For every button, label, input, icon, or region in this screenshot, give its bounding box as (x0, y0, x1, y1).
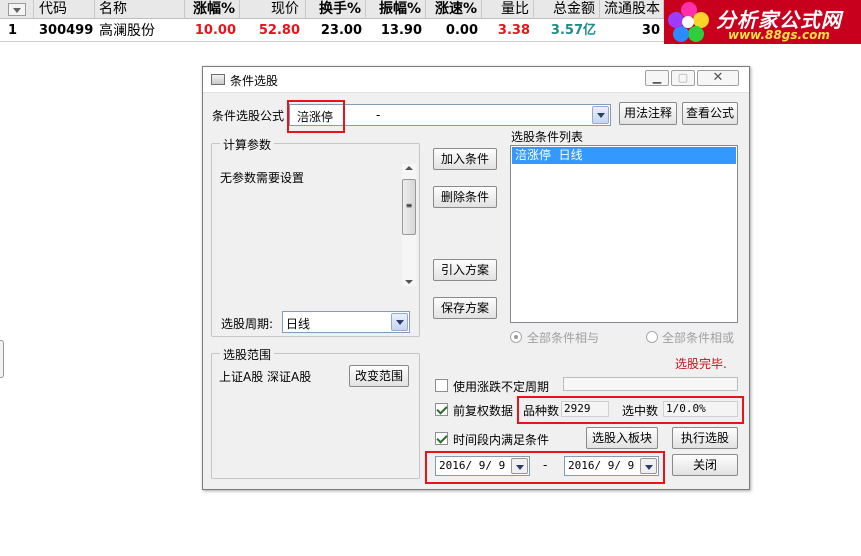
amount-value: 3.57亿 (550, 23, 596, 38)
column-header-amplitude[interactable]: 振幅% (366, 0, 426, 19)
change-range-button[interactable]: 改变范围 (349, 365, 409, 387)
radio-all-or[interactable] (646, 331, 658, 343)
stock-name: 高澜股份 (99, 23, 155, 39)
period-combo[interactable]: 日线 (282, 311, 410, 333)
amplitude-value: 13.90 (380, 23, 422, 38)
add-condition-button[interactable]: 加入条件 (433, 148, 497, 170)
formula-label: 条件选股公式 (212, 109, 285, 123)
range-text: 上证A股 深证A股 (219, 370, 312, 384)
stock-code: 300499 (39, 23, 94, 38)
chevron-down-icon (7, 3, 26, 16)
column-header-float-shares[interactable]: 流通股本 (600, 0, 664, 19)
column-header-volume-ratio[interactable]: 量比 (482, 0, 534, 19)
speed-value: 0.00 (445, 23, 478, 38)
uncertain-period-label: 使用涨跌不定周期 (453, 380, 550, 394)
formula-dash: - (376, 108, 381, 122)
sort-dropdown[interactable] (0, 0, 34, 19)
range-group-label: 选股范围 (220, 346, 275, 363)
volume-ratio-value: 3.38 (497, 23, 530, 38)
params-group-label: 计算参数 (220, 136, 275, 153)
condition-list-label: 选股条件列表 (511, 130, 584, 144)
column-header-change[interactable]: 涨幅% (185, 0, 240, 19)
column-header-amount[interactable]: 总金额 (534, 0, 600, 19)
highlight-formula (287, 100, 345, 133)
float-shares-value: 30 (641, 23, 660, 38)
close-button[interactable]: 关闭 (672, 454, 738, 476)
chevron-down-icon[interactable] (391, 313, 408, 331)
to-block-button[interactable]: 选股入板块 (586, 427, 658, 449)
save-plan-button[interactable]: 保存方案 (433, 297, 497, 319)
column-header-turnover[interactable]: 换手% (306, 0, 366, 19)
turnover-value: 23.00 (320, 23, 362, 38)
progress-bar (563, 377, 738, 391)
list-item[interactable]: 涪涨停 日线 (512, 147, 736, 164)
change-value: 10.00 (194, 23, 236, 38)
app-icon (211, 74, 225, 85)
chevron-down-icon[interactable] (592, 106, 609, 124)
import-plan-button[interactable]: 引入方案 (433, 259, 497, 281)
row-index: 1 (8, 23, 18, 38)
period-value: 日线 (286, 317, 311, 331)
condition-select-dialog: 条件选股 ▁ ▢ ✕ 条件选股公式 涪涨停 - 用法注释 查看公式 计算参数 无… (202, 66, 750, 490)
column-header-code[interactable]: 代码 (35, 0, 95, 19)
pre-adjust-checkbox[interactable] (435, 403, 448, 416)
site-logo: 分析家公式网 www.88gs.com (664, 0, 861, 44)
dialog-title: 条件选股 (230, 74, 279, 88)
range-group: 选股范围 上证A股 深证A股 改变范围 (211, 346, 420, 479)
execute-button[interactable]: 执行选股 (672, 427, 738, 449)
pre-adjust-label: 前复权数据 (453, 404, 514, 418)
time-period-label: 时间段内满足条件 (453, 433, 550, 447)
uncertain-period-checkbox[interactable] (435, 379, 448, 392)
highlight-counts (517, 396, 744, 424)
params-scrollbar[interactable]: ≡ (402, 164, 416, 286)
price-value: 52.80 (258, 23, 300, 38)
close-icon[interactable]: ✕ (697, 70, 739, 86)
period-label: 选股周期: (221, 317, 274, 331)
time-period-checkbox[interactable] (435, 432, 448, 445)
scrollbar-thumb[interactable]: ≡ (402, 179, 416, 235)
highlight-dates (425, 451, 665, 484)
all-and-label: 全部条件相与 (527, 331, 600, 345)
logo-url: www.88gs.com (728, 28, 830, 42)
flower-logo-icon (668, 2, 709, 42)
dialog-titlebar[interactable]: 条件选股 ▁ ▢ ✕ (203, 67, 749, 93)
side-handle[interactable] (0, 340, 4, 378)
all-or-label: 全部条件相或 (662, 331, 735, 345)
column-header-price[interactable]: 现价 (240, 0, 306, 19)
params-group: 计算参数 无参数需要设置 ≡ 选股周期: 日线 (211, 136, 420, 337)
status-text: 选股完毕. (675, 357, 727, 371)
params-text: 无参数需要设置 (220, 171, 305, 185)
radio-all-and[interactable] (510, 331, 522, 343)
view-formula-button[interactable]: 查看公式 (682, 102, 738, 125)
column-header-speed[interactable]: 涨速% (426, 0, 482, 19)
delete-condition-button[interactable]: 删除条件 (433, 186, 497, 208)
maximize-button[interactable]: ▢ (671, 70, 695, 86)
column-header-name[interactable]: 名称 (95, 0, 185, 19)
condition-list[interactable]: 涪涨停 日线 (510, 145, 738, 323)
minimize-button[interactable]: ▁ (645, 70, 669, 86)
usage-notes-button[interactable]: 用法注释 (619, 102, 677, 125)
